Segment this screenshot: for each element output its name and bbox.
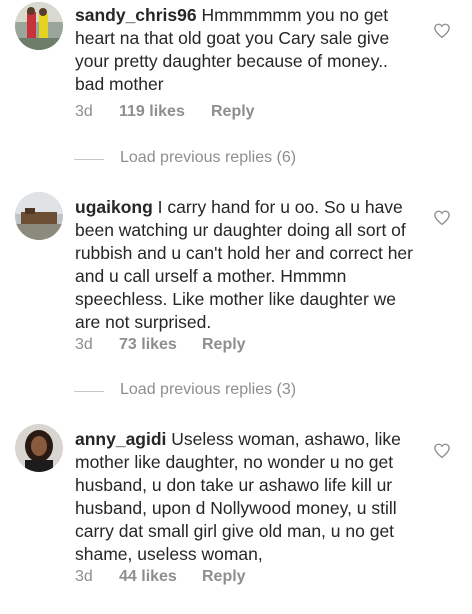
timestamp: 3d xyxy=(75,336,93,353)
divider xyxy=(74,159,104,160)
heart-outline-icon[interactable] xyxy=(433,22,451,40)
divider xyxy=(74,391,104,392)
avatar[interactable] xyxy=(15,192,63,240)
avatar[interactable] xyxy=(15,2,63,50)
comment-body: anny_agidi Useless woman, ashawo, like m… xyxy=(75,428,415,566)
load-previous-replies[interactable]: Load previous replies (6) xyxy=(74,149,434,169)
likes-count[interactable]: 119 likes xyxy=(119,103,185,121)
comment-meta: 3d 73 likes Reply xyxy=(75,336,246,354)
comment-meta: 3d 44 likes Reply xyxy=(75,568,246,586)
timestamp: 3d xyxy=(75,103,93,120)
username[interactable]: sandy_chris96 xyxy=(75,5,197,25)
comment-text: Useless woman, ashawo, like mother like … xyxy=(75,429,401,564)
comment-meta: 3d 119 likes Reply xyxy=(75,103,255,121)
likes-count[interactable]: 73 likes xyxy=(119,336,177,354)
heart-outline-icon[interactable] xyxy=(433,442,451,460)
load-previous-label[interactable]: Load previous replies (6) xyxy=(120,149,296,167)
comment-body: sandy_chris96 Hmmmmmm you no get heart n… xyxy=(75,4,415,96)
username[interactable]: ugaikong xyxy=(75,197,153,217)
load-previous-label[interactable]: Load previous replies (3) xyxy=(120,381,296,399)
reply-button[interactable]: Reply xyxy=(202,568,246,586)
timestamp: 3d xyxy=(75,568,93,585)
comment-body: ugaikong I carry hand for u oo. So u hav… xyxy=(75,196,415,334)
heart-outline-icon[interactable] xyxy=(433,209,451,227)
reply-button[interactable]: Reply xyxy=(211,103,255,121)
reply-button[interactable]: Reply xyxy=(202,336,246,354)
avatar[interactable] xyxy=(15,424,63,472)
likes-count[interactable]: 44 likes xyxy=(119,568,177,586)
comment-text: I carry hand for u oo. So u have been wa… xyxy=(75,197,413,332)
load-previous-replies[interactable]: Load previous replies (3) xyxy=(74,381,434,401)
username[interactable]: anny_agidi xyxy=(75,429,166,449)
